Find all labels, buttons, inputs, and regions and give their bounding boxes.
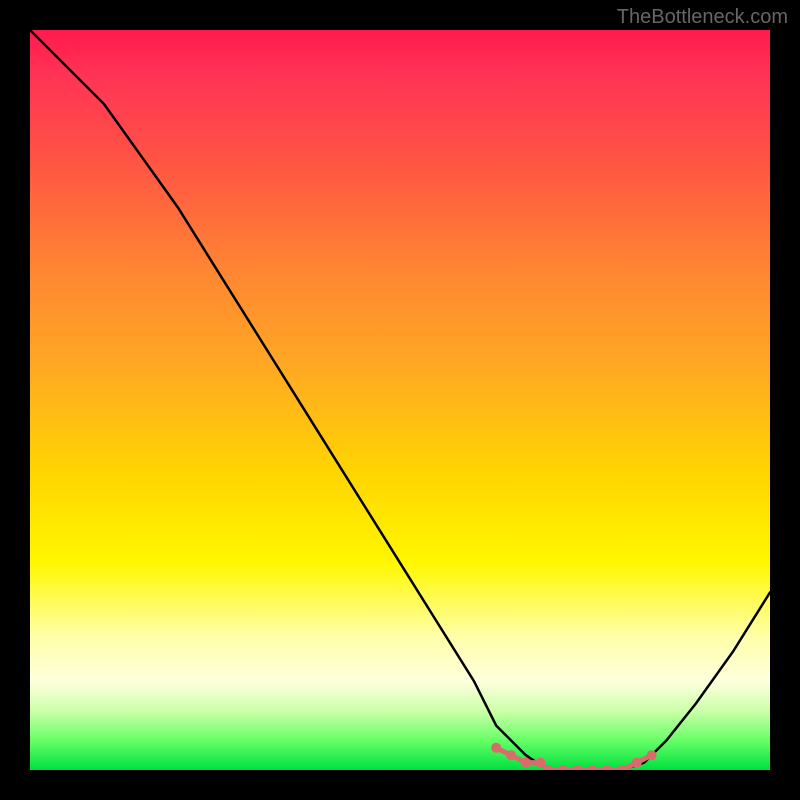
marker-dot <box>558 765 568 770</box>
marker-dot <box>573 765 583 770</box>
marker-dot <box>521 758 531 768</box>
watermark-text: TheBottleneck.com <box>617 6 788 29</box>
marker-dot <box>536 758 546 768</box>
chart-plot-area <box>30 30 770 770</box>
marker-dot <box>491 743 501 753</box>
marker-dot <box>647 750 657 760</box>
bottleneck-curve <box>30 30 770 770</box>
chart-svg <box>30 30 770 770</box>
marker-dot <box>602 765 612 770</box>
marker-dot <box>587 765 597 770</box>
marker-dot <box>506 750 516 760</box>
marker-dot <box>632 758 642 768</box>
